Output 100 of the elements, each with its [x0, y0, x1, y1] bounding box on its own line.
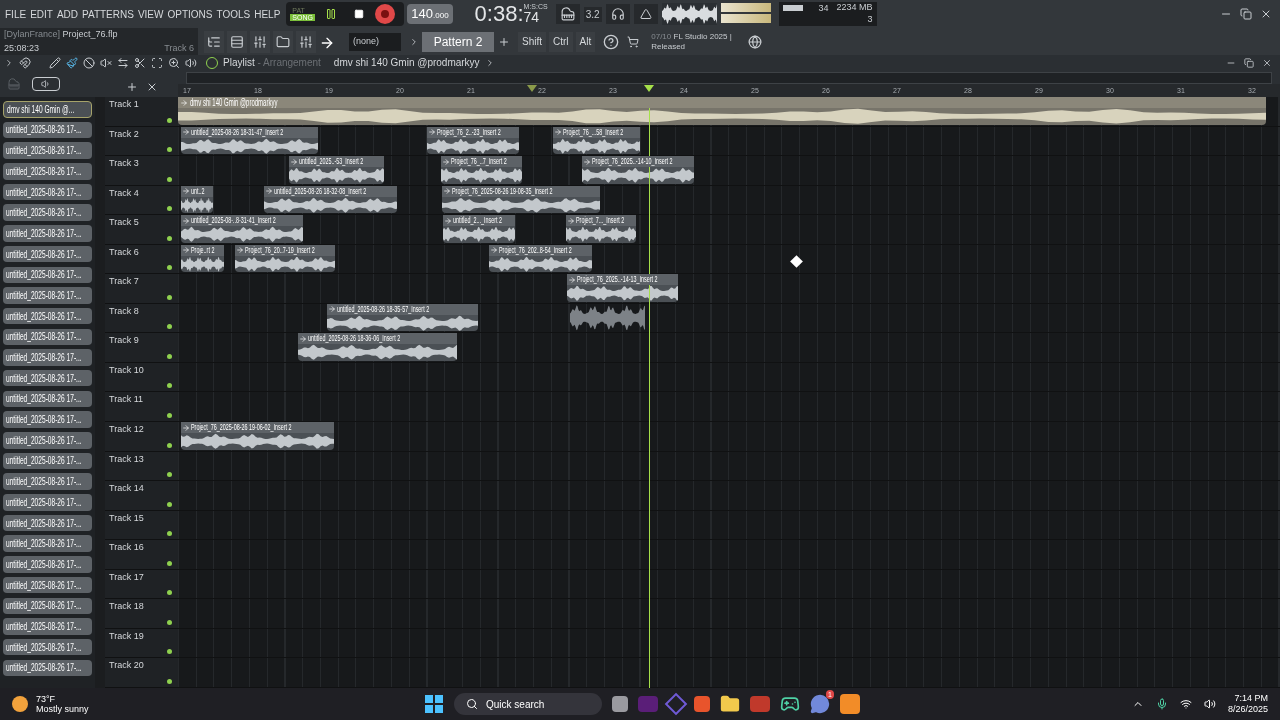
track-header[interactable]: Track 1: [105, 97, 178, 126]
picker-item[interactable]: untitled_2025-08-26 17-...: [3, 369, 92, 387]
audio-clip[interactable]: untitled_2025..-53_Insert 2: [289, 156, 384, 184]
step-sequencer-button[interactable]: [227, 30, 247, 53]
menu-item[interactable]: FILE: [5, 6, 27, 22]
restore-icon[interactable]: [1244, 57, 1254, 68]
picker-item[interactable]: untitled_2025-08-26 17-...: [3, 514, 92, 532]
microphone-icon[interactable]: [1155, 698, 1168, 710]
magnet-icon[interactable]: [19, 56, 31, 69]
track-header[interactable]: Track 19: [105, 628, 178, 658]
piano-roll-button[interactable]: [250, 30, 270, 53]
track-header[interactable]: Track 15: [105, 510, 178, 540]
picker-item[interactable]: untitled_2025-08-26 17-...: [3, 576, 92, 594]
track-header[interactable]: Track 16: [105, 540, 178, 569]
audio-clip[interactable]: unt..2: [181, 185, 213, 214]
picker-item[interactable]: untitled_2025-08-26 17-...: [3, 452, 92, 470]
audio-clip[interactable]: Project_76_20..7-19_Insert 2: [235, 244, 335, 273]
audio-clip[interactable]: untitled_2025-08-26 18-32-08_Insert 2: [264, 185, 397, 214]
audio-clip[interactable]: Project_76_...58_Insert 2: [553, 126, 640, 155]
modifier-key-button[interactable]: Ctrl: [549, 31, 573, 52]
pencil-icon[interactable]: [49, 56, 61, 69]
menu-item[interactable]: HELP: [254, 6, 281, 22]
picker-item[interactable]: untitled_2025-08-26 17-...: [3, 494, 92, 511]
news-subline[interactable]: Released: [651, 41, 732, 52]
close-icon[interactable]: [1262, 57, 1272, 68]
track-header[interactable]: Track 20: [105, 658, 178, 687]
channel-selector[interactable]: (none): [349, 32, 401, 51]
picker-item[interactable]: untitled_2025-08-26 17-...: [3, 266, 92, 283]
picker-item[interactable]: untitled_2025-08-26 17-...: [3, 121, 92, 139]
picker-item[interactable]: untitled_2025-08-26 17-...: [3, 597, 92, 614]
track-header[interactable]: Track 5: [105, 215, 178, 244]
delete-icon[interactable]: [83, 56, 95, 69]
track-lane[interactable]: Project_76_2025-08-26 19-06-02_Insert 2: [178, 422, 1280, 451]
picker-item[interactable]: untitled_2025-08-26 17-...: [3, 142, 92, 159]
picker-item[interactable]: untitled_2025-08-26 17-...: [3, 473, 92, 490]
track-lane[interactable]: unt..2 untitled_2025-08-26 18-32-08_Insert 2 Project_76_2025-08-26 19-08-35_Insert 2: [178, 185, 1280, 215]
typing-keyboard-button[interactable]: [555, 4, 580, 24]
help-icon[interactable]: [603, 33, 620, 50]
picker-item[interactable]: untitled_2025-08-26 17-...: [3, 659, 92, 677]
picker-item[interactable]: untitled_2025-08-26 17-...: [3, 638, 92, 656]
chevron-right-icon[interactable]: [409, 36, 419, 47]
select-icon[interactable]: [151, 56, 163, 69]
add-icon[interactable]: [125, 81, 138, 93]
weather-icon[interactable]: [12, 696, 28, 712]
channel-rack-button[interactable]: [204, 30, 224, 53]
folder-icon[interactable]: [720, 694, 740, 714]
mixer-button[interactable]: [296, 30, 316, 53]
picker-item[interactable]: untitled_2025-08-26 17-...: [3, 390, 92, 408]
track-lane[interactable]: untitled_2025..-53_Insert 2 Project_76_..7_Insert 2 Project_76_2025..-14-10_Insert 2: [178, 156, 1280, 185]
audio-clip[interactable]: Project_7..._Insert 2: [566, 215, 636, 243]
audio-clip[interactable]: untitled_2025-08-26 18-35-57_Insert 2: [327, 303, 478, 332]
news-headline[interactable]: 07/10 FL Studio 2025 |: [651, 31, 732, 42]
wait-button[interactable]: [605, 4, 630, 24]
audio-clip[interactable]: Project_76_2025..-14-13_Insert 2: [567, 274, 678, 302]
picker-item[interactable]: untitled_2025-08-26 17-...: [3, 618, 92, 635]
brush-icon[interactable]: [66, 56, 78, 69]
audio-clip[interactable]: untitled_2025-08-26 18-31-47_Insert 2: [181, 126, 318, 155]
globe-icon[interactable]: [747, 34, 762, 49]
picker-item[interactable]: untitled_2025-08-26 17-...: [3, 225, 92, 242]
modifier-key-button[interactable]: Shift: [518, 31, 546, 52]
audio-clip[interactable]: Project_76_2025-08-26 19-08-35_Insert 2: [442, 185, 600, 214]
taskbar-app-icon[interactable]: [612, 696, 628, 712]
menu-item[interactable]: PATTERNS: [82, 6, 134, 22]
track-header[interactable]: Track 4: [105, 185, 178, 215]
menu-item[interactable]: VIEW: [137, 6, 164, 22]
step-size-label[interactable]: 3.2: [583, 6, 602, 22]
close-icon[interactable]: [1260, 8, 1272, 20]
audio-clip-filter-button[interactable]: [32, 76, 60, 91]
picker-item[interactable]: untitled_2025-08-26 17-...: [3, 432, 92, 449]
audio-clip[interactable]: untitled_2025-08-..8-31-41_Insert 2: [181, 215, 303, 243]
restore-icon[interactable]: [1240, 8, 1252, 20]
cart-icon[interactable]: [627, 35, 640, 48]
audio-clip[interactable]: Project_76_..7_Insert 2: [441, 156, 522, 184]
track-header[interactable]: Track 8: [105, 303, 178, 333]
track-header[interactable]: Track 11: [105, 392, 178, 421]
track-lane[interactable]: untitled_2025-08-26 18-36-06_Insert 2: [178, 333, 1280, 362]
overview-scrollbar[interactable]: [186, 72, 1272, 84]
modifier-key-button[interactable]: Alt: [575, 31, 596, 52]
network-icon[interactable]: [1179, 698, 1192, 710]
start-icon[interactable]: [424, 694, 444, 714]
audio-clip[interactable]: Project_76_202..8-54_Insert 2: [489, 244, 592, 273]
track-header[interactable]: Track 9: [105, 333, 178, 362]
menu-item[interactable]: EDIT: [30, 6, 53, 22]
picker-scrollbar[interactable]: [95, 97, 105, 688]
browser-button[interactable]: [273, 30, 293, 53]
add-icon[interactable]: [498, 35, 510, 48]
track-header[interactable]: Track 17: [105, 569, 178, 599]
picker-item[interactable]: dmv shi 140 Gmin @...: [3, 101, 92, 118]
picker-item[interactable]: untitled_2025-08-26 17-...: [3, 245, 92, 263]
arrangement-name[interactable]: dmv shi 140 Gmin @prodmarkyy: [333, 55, 480, 70]
chevron-right-icon[interactable]: [4, 57, 14, 68]
audio-clip[interactable]: Project_76_2..-23_Insert 2: [427, 126, 519, 155]
clock-date[interactable]: 8/26/2025: [1227, 704, 1268, 715]
audio-clip[interactable]: Proje..rt 2: [181, 244, 224, 273]
track-header[interactable]: Track 3: [105, 156, 178, 185]
taskbar-app-icon[interactable]: [664, 692, 688, 716]
taskbar-app-icon[interactable]: [840, 694, 860, 714]
picker-item[interactable]: untitled_2025-08-26 17-...: [3, 163, 92, 180]
picker-item[interactable]: untitled_2025-08-26 17-...: [3, 349, 92, 366]
picker-item[interactable]: untitled_2025-08-26 17-...: [3, 328, 92, 346]
